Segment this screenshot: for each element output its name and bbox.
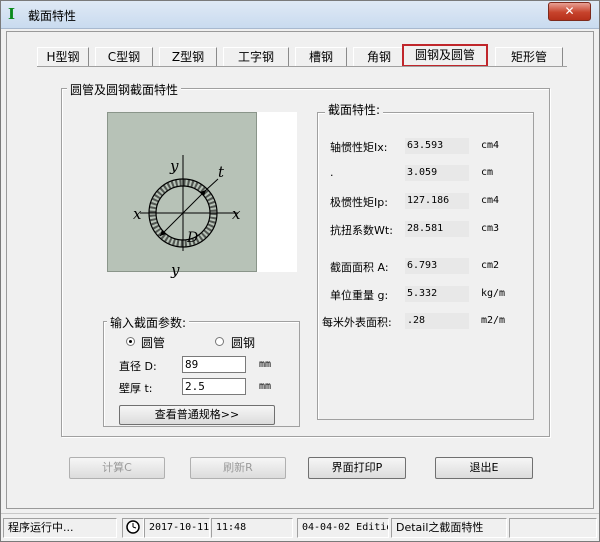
value-area: 6.793 [405,258,469,274]
label-t: t [218,163,225,181]
drawing-margin [257,112,297,272]
value-ix: 63.593 [405,138,469,154]
input-params-title: 输入截面参数: [107,314,190,331]
properties-title: 截面特性: [325,101,384,118]
status-time: 11:48 [211,518,293,538]
unit-surface: m2/m [481,315,506,326]
tab-rect-tube[interactable]: 矩形管 [495,47,563,66]
radio-bar[interactable] [215,337,224,346]
status-bar: 程序运行中... 2017-10-11 11:48 04-04-02 Editi… [1,513,599,541]
panel-title: 圆管及圆钢截面特性 [67,81,182,98]
value-surface: .28 [405,313,469,329]
label-y-bottom: y [171,261,180,279]
label-x-left: x [133,205,142,223]
unit-radius: cm [481,167,494,178]
status-edition: 04-04-02 Edition [297,518,389,538]
label-radius: . [330,166,334,179]
unit-ip: cm4 [481,195,500,206]
tab-i-beam[interactable]: 工字钢 [223,47,289,66]
label-surface: 每米外表面积: [322,316,392,329]
section-drawing: y y x x t D [107,112,257,279]
unit-wt: cm3 [481,223,500,234]
status-detail: Detail之截面特性 [391,518,507,538]
calculate-button[interactable]: 计算C [69,457,165,479]
label-area: 截面面积 A: [330,261,389,274]
diameter-unit: mm [259,359,272,370]
status-text: 程序运行中... [3,518,117,538]
pipe-section-diagram [140,155,238,251]
dialog-body: H型钢 C型钢 Z型钢 工字钢 槽钢 角钢 圆钢及圆管 矩形管 圆管及圆钢截面特… [6,31,594,509]
clock-icon [122,518,144,538]
radio-bar-label: 圆钢 [231,336,256,350]
main-window: I 截面特性 ✕ H型钢 C型钢 Z型钢 工字钢 槽钢 角钢 圆钢及圆管 矩形管… [0,0,600,542]
label-x-right: x [232,205,241,223]
tab-round-steel-pipe[interactable]: 圆钢及圆管 [402,44,488,67]
value-radius: 3.059 [405,165,469,181]
radio-pipe-label: 圆管 [141,336,166,350]
tab-h-steel[interactable]: H型钢 [37,47,89,66]
close-button[interactable]: ✕ [548,2,591,21]
unit-area: cm2 [481,260,500,271]
title-bar: I 截面特性 ✕ [1,1,599,29]
status-empty [509,518,597,538]
label-wt: 抗扭系数Wt: [330,224,393,237]
value-wt: 28.581 [405,221,469,237]
status-date: 2017-10-11 [144,518,210,538]
window-title: 截面特性 [28,9,77,23]
tab-channel[interactable]: 槽钢 [295,47,347,66]
tab-angle[interactable]: 角钢 [353,47,405,66]
unit-ix: cm4 [481,140,500,151]
thickness-field[interactable]: 2.5 [182,378,246,395]
refresh-button[interactable]: 刷新R [190,457,286,479]
value-ip: 127.186 [405,193,469,209]
tab-z-steel[interactable]: Z型钢 [159,47,217,66]
label-ix: 轴惯性矩Ix: [330,141,388,154]
diameter-field[interactable]: 89 [182,356,246,373]
thickness-leader [205,178,219,191]
thickness-unit: mm [259,381,272,392]
tab-c-steel[interactable]: C型钢 [95,47,153,66]
value-weight: 5.332 [405,286,469,302]
label-weight: 单位重量 g: [330,289,389,302]
unit-weight: kg/m [481,288,506,299]
exit-button[interactable]: 退出E [435,457,533,479]
label-d: D [187,230,199,246]
app-icon: I [8,5,16,23]
radio-pipe[interactable] [126,337,135,346]
view-spec-button[interactable]: 查看普通规格>> [119,405,275,425]
tab-divider [37,66,567,67]
diameter-label: 直径 D: [119,360,157,373]
label-ip: 极惯性矩Ip: [330,196,388,209]
thickness-label: 壁厚 t: [119,382,153,395]
print-button[interactable]: 界面打印P [308,457,406,479]
label-y-top: y [170,157,179,175]
